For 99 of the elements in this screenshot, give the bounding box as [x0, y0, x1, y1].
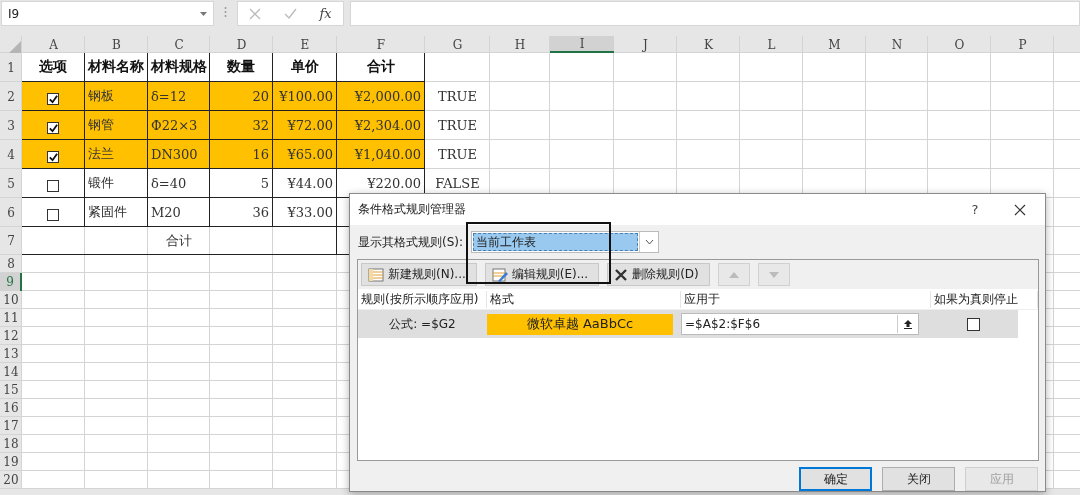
column-header[interactable]: D — [210, 36, 273, 53]
stop-if-true-checkbox[interactable] — [967, 317, 980, 331]
table-cell: 16 — [210, 140, 273, 169]
table-cell: 紧固件 — [85, 198, 148, 227]
checkbox[interactable] — [47, 93, 59, 105]
delete-rule-button[interactable]: 删除规则(D) — [607, 263, 710, 286]
list-column-header: 格式 — [487, 290, 681, 308]
column-header[interactable]: I — [550, 36, 614, 53]
row-header[interactable]: 12 — [0, 327, 22, 345]
column-header[interactable]: J — [614, 36, 677, 53]
column-header[interactable]: B — [85, 36, 148, 53]
triangle-up-icon — [728, 271, 739, 278]
row-header[interactable]: 16 — [0, 399, 22, 417]
table-cell: ¥65.00 — [273, 140, 337, 169]
column-header[interactable]: O — [928, 36, 991, 53]
row-header[interactable]: 5 — [0, 169, 22, 198]
chevron-down-icon — [644, 239, 654, 245]
row-header[interactable]: 10 — [0, 291, 22, 309]
checkbox[interactable] — [47, 209, 59, 221]
row-header[interactable]: 17 — [0, 417, 22, 435]
table-cell: 锻件 — [85, 169, 148, 198]
table-cell: δ=40 — [148, 169, 210, 198]
applies-to-field[interactable]: =$A$2:$F$6 — [681, 313, 919, 335]
column-header[interactable]: N — [866, 36, 928, 53]
list-column-header: 应用于 — [681, 290, 931, 308]
table-cell-text: FALSE — [434, 175, 481, 193]
column-header[interactable]: M — [803, 36, 866, 53]
row-header[interactable]: 14 — [0, 363, 22, 381]
row-header[interactable]: 7 — [0, 227, 22, 255]
row-header[interactable]: 4 — [0, 140, 22, 169]
table-cell: 5 — [210, 169, 273, 198]
column-header[interactable]: G — [425, 36, 490, 53]
scope-dropdown[interactable]: 当前工作表 — [471, 231, 660, 253]
column-header[interactable]: L — [740, 36, 803, 53]
checkbox[interactable] — [47, 122, 59, 134]
row-header[interactable]: 9 — [0, 273, 22, 291]
table-cell-text: TRUE — [437, 88, 478, 106]
table-cell: 钢板 — [85, 82, 148, 111]
dialog-title: 条件格式规则管理器 — [358, 201, 467, 218]
new-rule-button[interactable]: 新建规则(N)... — [361, 263, 477, 286]
drag-handle-icon[interactable] — [224, 6, 227, 18]
table-cell: ¥1,040.00 — [337, 140, 425, 169]
rule-text: 公式: =$G2 — [388, 315, 457, 333]
table-cell: ¥2,304.00 — [337, 111, 425, 140]
check-icon[interactable] — [283, 8, 297, 19]
table-cell-text: TRUE — [437, 146, 478, 164]
column-header[interactable]: F — [337, 36, 425, 53]
row-header[interactable]: 18 — [0, 435, 22, 453]
row-header[interactable]: 19 — [0, 453, 22, 471]
row-header[interactable]: 13 — [0, 345, 22, 363]
table-cell: 法兰 — [85, 140, 148, 169]
table-cell: 32 — [210, 111, 273, 140]
table-cell: 钢管 — [85, 111, 148, 140]
insert-function-button[interactable]: fx — [319, 6, 332, 21]
checkbox[interactable] — [47, 151, 59, 163]
row-header[interactable]: 20 — [0, 471, 22, 489]
table-cell: M20 — [148, 198, 210, 227]
table-cell: δ=12 — [148, 82, 210, 111]
column-header[interactable]: K — [677, 36, 740, 53]
table-cell: ¥33.00 — [273, 198, 337, 227]
table-cell-text: TRUE — [437, 117, 478, 135]
column-header[interactable]: H — [490, 36, 550, 53]
table-cell: ¥72.00 — [273, 111, 337, 140]
row-header[interactable]: 1 — [0, 53, 22, 82]
table-cell: Φ22×3 — [148, 111, 210, 140]
table-cell: 20 — [210, 82, 273, 111]
row-header[interactable]: 2 — [0, 82, 22, 111]
table-cell: 36 — [210, 198, 273, 227]
table-cell: 合计 — [22, 227, 337, 255]
rule-row[interactable]: 公式: =$G2 微软卓越 AaBbCc =$A$2:$F$6 — [358, 310, 1018, 338]
table-cell: ¥100.00 — [273, 82, 337, 111]
edit-rule-button[interactable]: 编辑规则(E)... — [484, 263, 600, 286]
collapse-icon[interactable] — [903, 319, 913, 329]
caret-icon[interactable] — [200, 11, 207, 16]
row-header[interactable]: 11 — [0, 309, 22, 327]
column-header[interactable]: P — [991, 36, 1054, 53]
dialog-button[interactable]: 确定 — [799, 467, 872, 491]
row-header[interactable]: 3 — [0, 111, 22, 140]
help-button[interactable]: ? — [955, 202, 995, 217]
table-cell: ¥44.00 — [273, 169, 337, 198]
name-box[interactable]: I9 — [1, 1, 214, 26]
dialog-button[interactable]: 关闭 — [882, 467, 955, 491]
row-header[interactable]: 6 — [0, 198, 22, 227]
column-header[interactable]: E — [273, 36, 337, 53]
checkbox[interactable] — [47, 180, 59, 192]
column-header[interactable]: C — [148, 36, 210, 53]
row-header[interactable]: 15 — [0, 381, 22, 399]
format-preview: 微软卓越 AaBbCc — [487, 313, 673, 335]
scope-label: 显示其格式规则(S): — [358, 233, 464, 251]
formula-input[interactable] — [350, 1, 1080, 26]
close-icon[interactable] — [1014, 203, 1026, 216]
triangle-down-icon — [768, 271, 779, 278]
table-cell: DN300 — [148, 140, 210, 169]
delete-icon — [614, 267, 629, 282]
list-column-header: 如果为真则停止 — [931, 290, 1038, 308]
row-header[interactable]: 8 — [0, 255, 22, 273]
table-cell: ¥2,000.00 — [337, 82, 425, 111]
list-column-header: 规则(按所示顺序应用) — [358, 290, 487, 308]
column-header[interactable]: A — [22, 36, 85, 53]
